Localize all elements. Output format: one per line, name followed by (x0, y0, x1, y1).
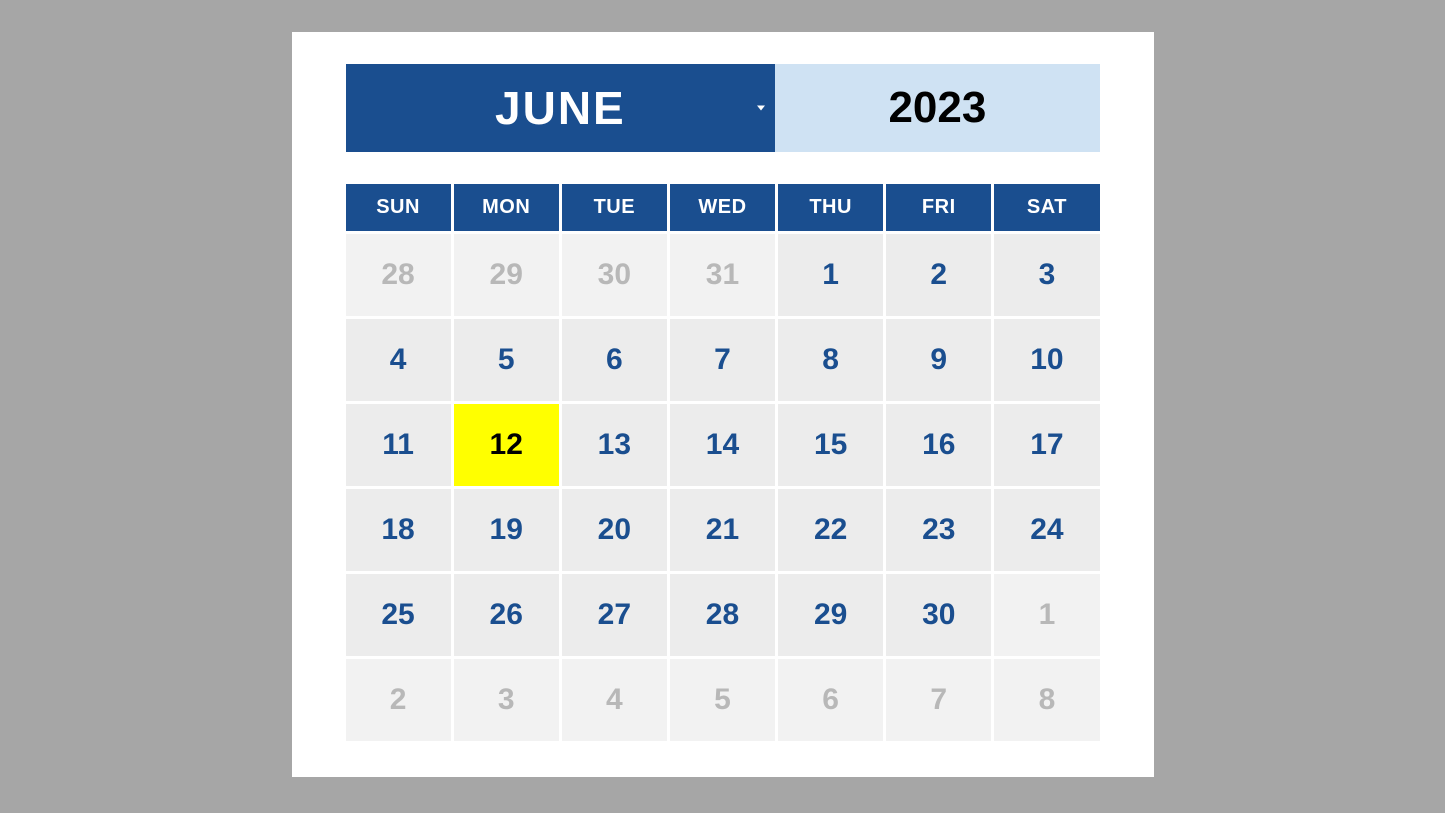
day-cell[interactable]: 8 (778, 319, 883, 401)
day-cell[interactable]: 3 (994, 234, 1099, 316)
day-cell[interactable]: 1 (994, 574, 1099, 656)
day-cell[interactable]: 26 (454, 574, 559, 656)
day-cell[interactable]: 9 (886, 319, 991, 401)
day-cell[interactable]: 16 (886, 404, 991, 486)
day-cell[interactable]: 4 (346, 319, 451, 401)
day-cell[interactable]: 2 (346, 659, 451, 741)
calendar-grid: SUNMONTUEWEDTHUFRISAT2829303112345678910… (346, 184, 1100, 741)
day-cell[interactable]: 12 (454, 404, 559, 486)
day-cell[interactable]: 28 (670, 574, 775, 656)
month-label: JUNE (495, 81, 626, 135)
day-cell[interactable]: 3 (454, 659, 559, 741)
day-cell[interactable]: 28 (346, 234, 451, 316)
day-cell[interactable]: 8 (994, 659, 1099, 741)
calendar-header: JUNE 2023 (346, 64, 1100, 152)
day-cell[interactable]: 18 (346, 489, 451, 571)
day-cell[interactable]: 10 (994, 319, 1099, 401)
chevron-down-icon (757, 106, 765, 111)
day-cell[interactable]: 17 (994, 404, 1099, 486)
day-cell[interactable]: 30 (886, 574, 991, 656)
day-cell[interactable]: 1 (778, 234, 883, 316)
day-cell[interactable]: 25 (346, 574, 451, 656)
dow-header: MON (454, 184, 559, 231)
day-cell[interactable]: 5 (670, 659, 775, 741)
day-cell[interactable]: 23 (886, 489, 991, 571)
day-cell[interactable]: 19 (454, 489, 559, 571)
month-selector[interactable]: JUNE (346, 64, 776, 152)
dow-header: FRI (886, 184, 991, 231)
day-cell[interactable]: 11 (346, 404, 451, 486)
day-cell[interactable]: 21 (670, 489, 775, 571)
day-cell[interactable]: 22 (778, 489, 883, 571)
dow-header: SAT (994, 184, 1099, 231)
day-cell[interactable]: 29 (454, 234, 559, 316)
day-cell[interactable]: 5 (454, 319, 559, 401)
day-cell[interactable]: 2 (886, 234, 991, 316)
day-cell[interactable]: 27 (562, 574, 667, 656)
dow-header: TUE (562, 184, 667, 231)
day-cell[interactable]: 7 (886, 659, 991, 741)
day-cell[interactable]: 31 (670, 234, 775, 316)
day-cell[interactable]: 30 (562, 234, 667, 316)
day-cell[interactable]: 6 (562, 319, 667, 401)
dow-header: THU (778, 184, 883, 231)
day-cell[interactable]: 15 (778, 404, 883, 486)
day-cell[interactable]: 29 (778, 574, 883, 656)
day-cell[interactable]: 20 (562, 489, 667, 571)
day-cell[interactable]: 13 (562, 404, 667, 486)
dow-header: WED (670, 184, 775, 231)
day-cell[interactable]: 14 (670, 404, 775, 486)
day-cell[interactable]: 7 (670, 319, 775, 401)
day-cell[interactable]: 4 (562, 659, 667, 741)
calendar-card: JUNE 2023 SUNMONTUEWEDTHUFRISAT282930311… (292, 32, 1154, 777)
day-cell[interactable]: 24 (994, 489, 1099, 571)
dow-header: SUN (346, 184, 451, 231)
day-cell[interactable]: 6 (778, 659, 883, 741)
year-label: 2023 (888, 83, 986, 133)
year-display[interactable]: 2023 (775, 64, 1099, 152)
